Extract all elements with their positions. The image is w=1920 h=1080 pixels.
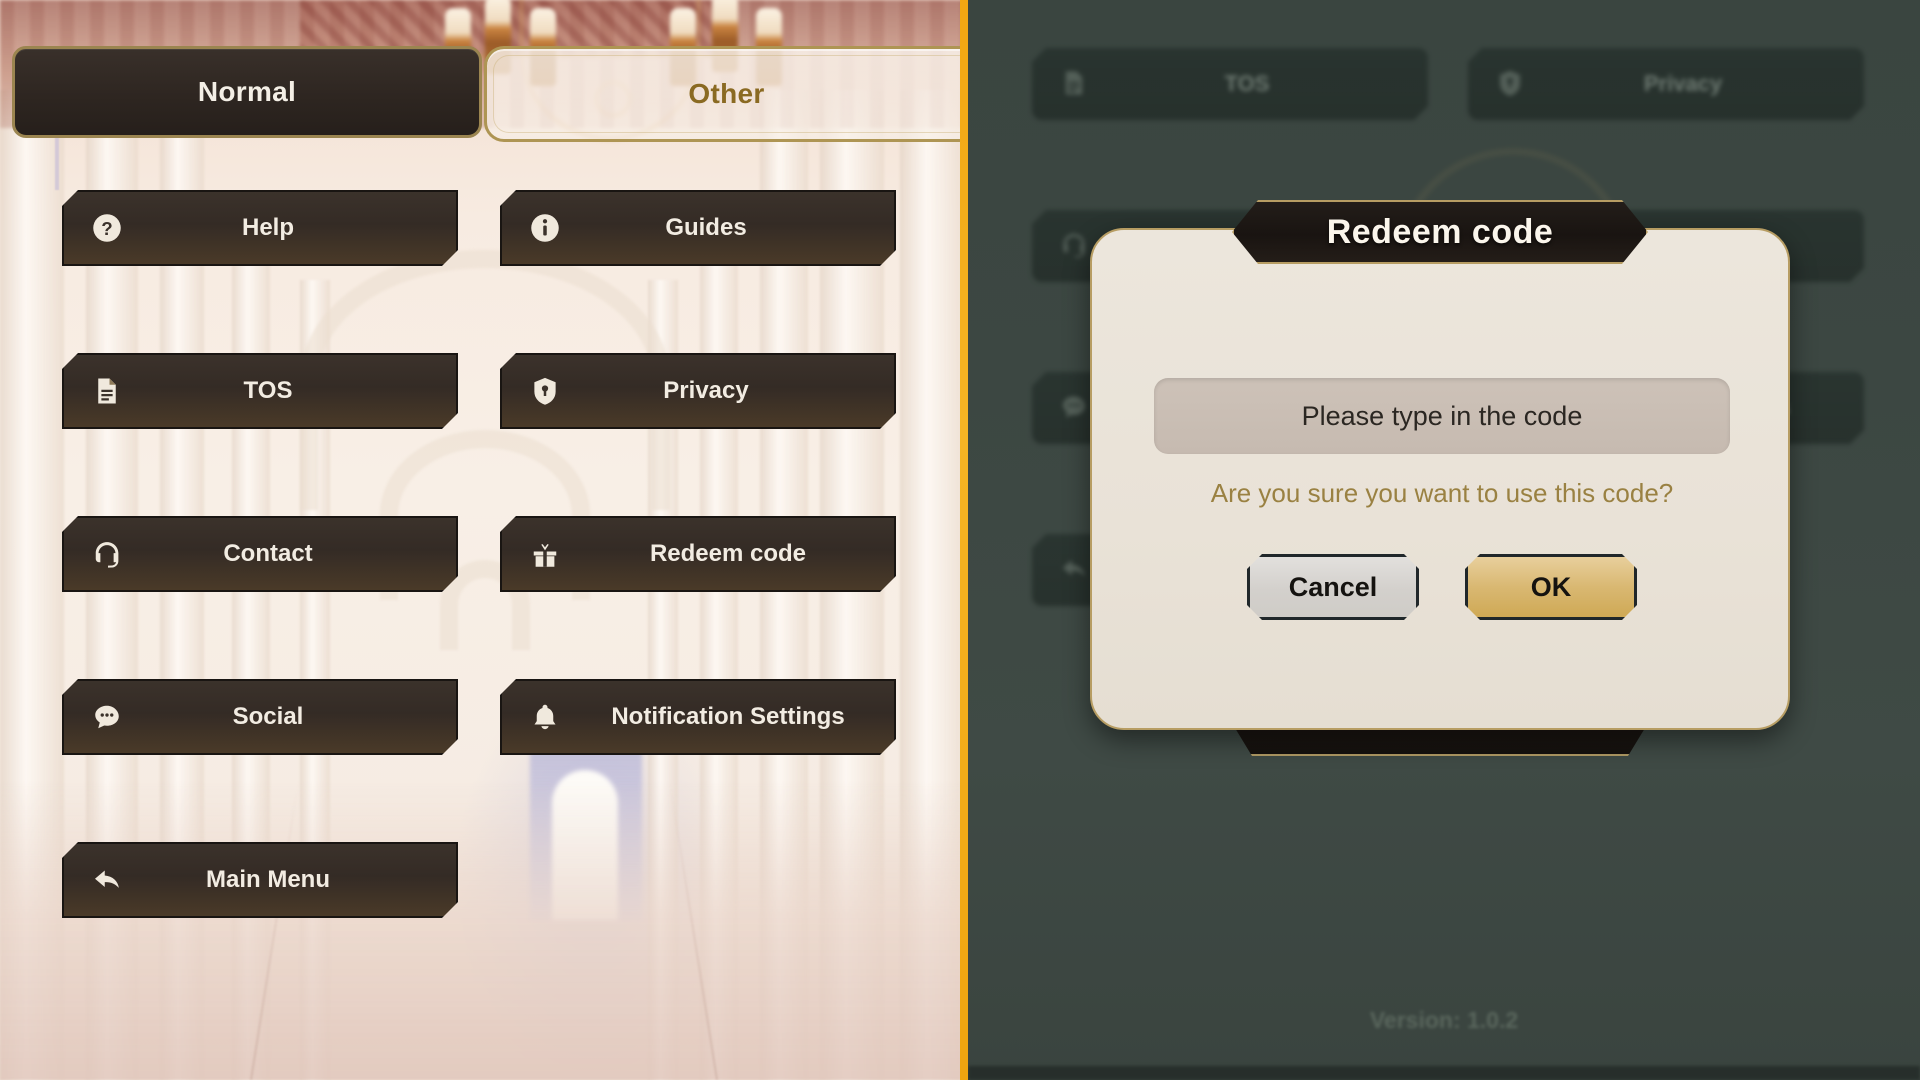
menu-row: Main Menu bbox=[0, 842, 966, 1005]
bottom-bar bbox=[968, 1066, 1920, 1080]
menu-button-privacy[interactable]: Privacy bbox=[500, 353, 896, 429]
chat-bubble-icon bbox=[90, 700, 124, 734]
headset-icon bbox=[90, 537, 124, 571]
cancel-button-label: Cancel bbox=[1288, 571, 1378, 602]
menu-row: Social Notification Settings bbox=[0, 679, 966, 842]
bell-icon bbox=[528, 700, 562, 734]
info-circle-icon bbox=[528, 211, 562, 245]
dialog-button-row: Cancel OK bbox=[1092, 554, 1792, 620]
dialog-title-label: Redeem code bbox=[1326, 212, 1554, 251]
question-circle-icon: ? bbox=[90, 211, 124, 245]
dimmed-button-label: TOS bbox=[1224, 71, 1270, 96]
menu-row: Contact Redeem code bbox=[0, 516, 966, 679]
menu-button-contact[interactable]: Contact bbox=[62, 516, 458, 592]
menu-button-social[interactable]: Social bbox=[62, 679, 458, 755]
menu-button-help[interactable]: ? Help bbox=[62, 190, 458, 266]
ok-button[interactable]: OK bbox=[1465, 554, 1637, 620]
ok-button-label: OK bbox=[1530, 571, 1572, 602]
settings-menu-grid: ? Help Guides TOS Privacy Contact Redeem… bbox=[0, 190, 966, 1005]
menu-row: ? Help Guides bbox=[0, 190, 966, 353]
svg-text:?: ? bbox=[101, 218, 112, 239]
chat-bubble-icon bbox=[1060, 393, 1090, 423]
tab-normal-label: Normal bbox=[197, 76, 297, 107]
menu-button-redeem-code[interactable]: Redeem code bbox=[500, 516, 896, 592]
headset-icon bbox=[1060, 231, 1090, 261]
gift-icon bbox=[528, 537, 562, 571]
dialog-title: Redeem code bbox=[1232, 200, 1648, 264]
document-icon bbox=[1060, 69, 1090, 99]
settings-panel: Normal Other ? Help Guides TOS Privacy C… bbox=[0, 0, 966, 1080]
confirm-message: Are you sure you want to use this code? bbox=[1210, 478, 1674, 508]
menu-button-notification-settings[interactable]: Notification Settings bbox=[500, 679, 896, 755]
game-settings-screen: Normal Other ? Help Guides TOS Privacy C… bbox=[0, 0, 1920, 1080]
panel-divider bbox=[960, 0, 968, 1080]
code-input-placeholder: Please type in the code bbox=[1301, 400, 1583, 431]
back-arrow-icon bbox=[1060, 555, 1090, 585]
menu-button-tos[interactable]: TOS bbox=[62, 353, 458, 429]
dialog-body: Please type in the code Are you sure you… bbox=[1090, 228, 1790, 730]
dimmed-button-privacy: Privacy bbox=[1468, 48, 1864, 120]
tab-normal[interactable]: Normal bbox=[12, 46, 482, 138]
tab-bar: Normal Other bbox=[0, 46, 966, 142]
shield-lock-icon bbox=[528, 374, 562, 408]
dimmed-button-label: Privacy bbox=[1643, 71, 1723, 96]
tab-other[interactable]: Other bbox=[484, 46, 966, 142]
menu-row: TOS Privacy bbox=[0, 353, 966, 516]
menu-button-main-menu[interactable]: Main Menu bbox=[62, 842, 458, 918]
shield-lock-icon bbox=[1496, 69, 1526, 99]
tab-other-label: Other bbox=[688, 78, 765, 109]
menu-button-guides[interactable]: Guides bbox=[500, 190, 896, 266]
cancel-button[interactable]: Cancel bbox=[1247, 554, 1419, 620]
version-label: Version: 1.0.2 bbox=[1369, 1007, 1519, 1033]
dimmed-button-tos: TOS bbox=[1032, 48, 1428, 120]
document-icon bbox=[90, 374, 124, 408]
code-input[interactable]: Please type in the code bbox=[1154, 378, 1730, 454]
back-arrow-icon bbox=[90, 863, 124, 897]
